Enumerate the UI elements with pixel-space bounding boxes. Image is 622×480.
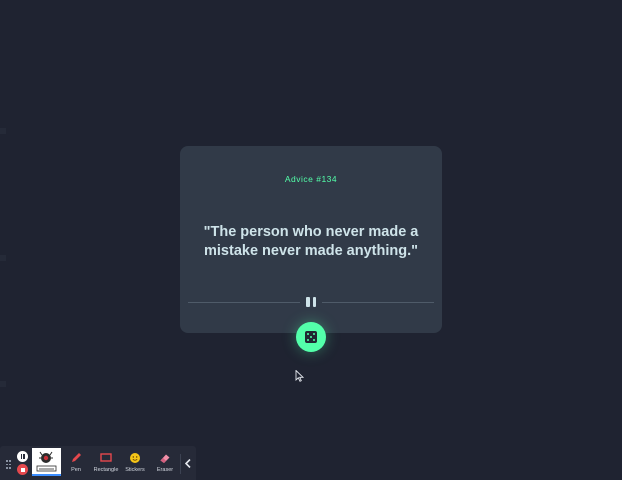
generate-advice-button[interactable] <box>296 322 326 352</box>
dice-icon <box>305 331 317 343</box>
rectangle-tool-button[interactable]: Rectangle <box>92 450 120 478</box>
divider-line-left <box>188 302 300 303</box>
pen-tool-button[interactable]: Pen <box>62 450 90 478</box>
eraser-tool-button[interactable]: Eraser <box>151 450 179 478</box>
edge-mark <box>0 381 6 387</box>
stop-recording-button[interactable] <box>17 464 28 475</box>
advice-quote: "The person who never made a mistake nev… <box>203 224 419 259</box>
drag-handle-icon[interactable] <box>6 460 11 470</box>
collapse-toolbar-button[interactable] <box>180 454 194 474</box>
edge-mark <box>0 255 6 261</box>
pause-recording-button[interactable] <box>17 451 28 462</box>
pause-icon <box>306 297 316 307</box>
eraser-tool-label: Eraser <box>156 467 174 473</box>
advice-card: Advice #134 "The person who never made a… <box>180 146 442 333</box>
divider-line-right <box>322 302 434 303</box>
annotation-toolbar: Pen Rectangle Stickers Eraser <box>0 446 196 480</box>
advice-id-label: Advice #134 <box>284 174 338 184</box>
chevron-left-icon <box>185 459 191 468</box>
recording-controls <box>16 451 30 477</box>
mouse-cursor-icon <box>295 370 304 382</box>
thumbnail-image <box>36 451 57 472</box>
edge-mark <box>0 128 6 134</box>
sticker-icon <box>130 453 140 463</box>
eraser-icon <box>160 454 170 463</box>
webcam-thumbnail[interactable] <box>32 448 61 476</box>
stickers-tool-button[interactable]: Stickers <box>121 450 149 478</box>
rectangle-icon <box>100 453 112 462</box>
pen-icon <box>72 453 81 462</box>
